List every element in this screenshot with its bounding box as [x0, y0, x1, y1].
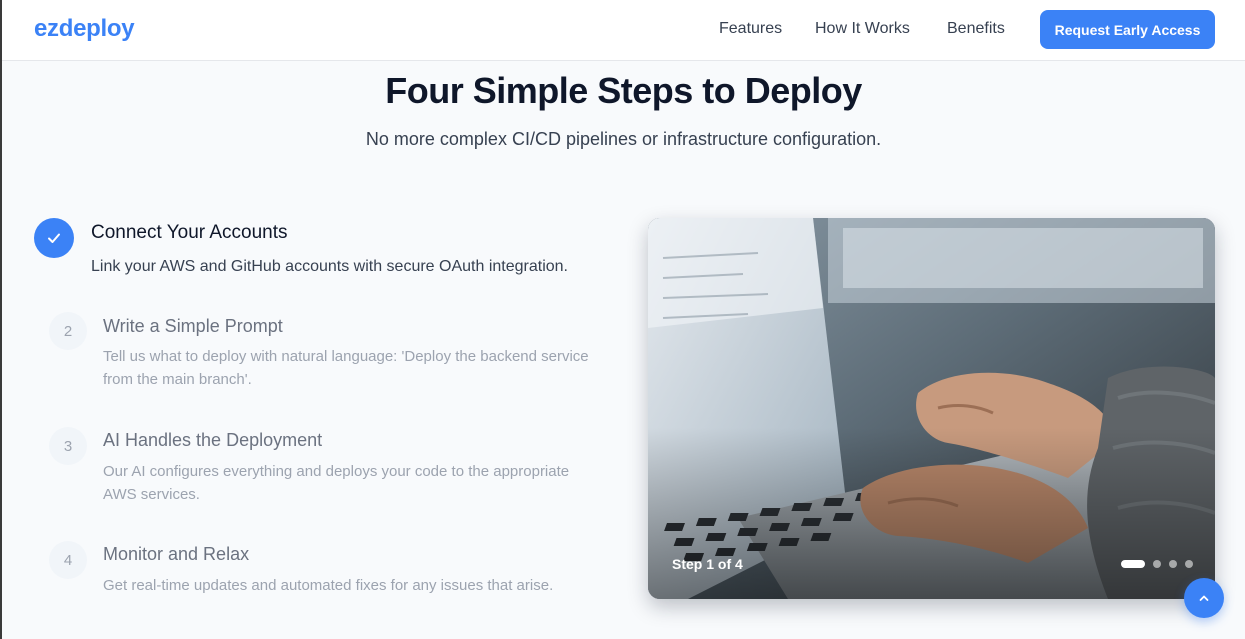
step-2-description: Tell us what to deploy with natural lang… — [103, 348, 589, 388]
nav-link-how-it-works[interactable]: How It Works — [815, 20, 910, 38]
chevron-up-icon — [1197, 591, 1211, 605]
step-4-title: Monitor and Relax — [103, 544, 250, 564]
carousel-step-label: Step 1 of 4 — [672, 556, 743, 572]
carousel-indicators — [1121, 560, 1193, 568]
carousel-dot-3[interactable] — [1169, 560, 1177, 568]
check-icon — [45, 229, 63, 247]
step-1[interactable]: Connect Your Accounts Link your AWS and … — [34, 218, 614, 288]
brand-logo[interactable]: ezdeploy — [34, 15, 135, 43]
nav-link-features[interactable]: Features — [719, 20, 782, 38]
laptop-typing-image — [648, 218, 1215, 599]
scroll-to-top-button[interactable] — [1184, 578, 1224, 618]
step-1-description: Link your AWS and GitHub accounts with s… — [91, 258, 568, 275]
step-1-title: Connect Your Accounts — [91, 222, 288, 243]
section-subtitle: No more complex CI/CD pipelines or infra… — [365, 129, 882, 149]
step-4-badge: 4 — [49, 541, 87, 579]
step-4-description: Get real-time updates and automated fixe… — [103, 577, 554, 594]
step-3[interactable]: 3 AI Handles the Deployment Our AI confi… — [49, 427, 609, 507]
carousel-dot-1[interactable] — [1121, 560, 1145, 568]
step-1-badge — [34, 218, 74, 258]
step-2-badge: 2 — [49, 312, 87, 350]
step-3-badge: 3 — [49, 427, 87, 465]
nav-link-benefits[interactable]: Benefits — [947, 20, 1005, 38]
section-title: Four Simple Steps to Deploy — [385, 70, 862, 111]
step-3-title: AI Handles the Deployment — [103, 430, 323, 450]
step-4[interactable]: 4 Monitor and Relax Get real-time update… — [49, 541, 629, 601]
top-navigation: ezdeploy Features How It Works Benefits … — [2, 0, 1245, 61]
carousel-dot-2[interactable] — [1153, 560, 1161, 568]
carousel-dot-4[interactable] — [1185, 560, 1193, 568]
request-early-access-button[interactable]: Request Early Access — [1040, 10, 1215, 49]
step-2-title: Write a Simple Prompt — [103, 316, 283, 336]
step-image-carousel[interactable]: Step 1 of 4 — [648, 218, 1215, 599]
step-3-description: Our AI configures everything and deploys… — [103, 463, 570, 503]
step-2[interactable]: 2 Write a Simple Prompt Tell us what to … — [49, 312, 609, 392]
